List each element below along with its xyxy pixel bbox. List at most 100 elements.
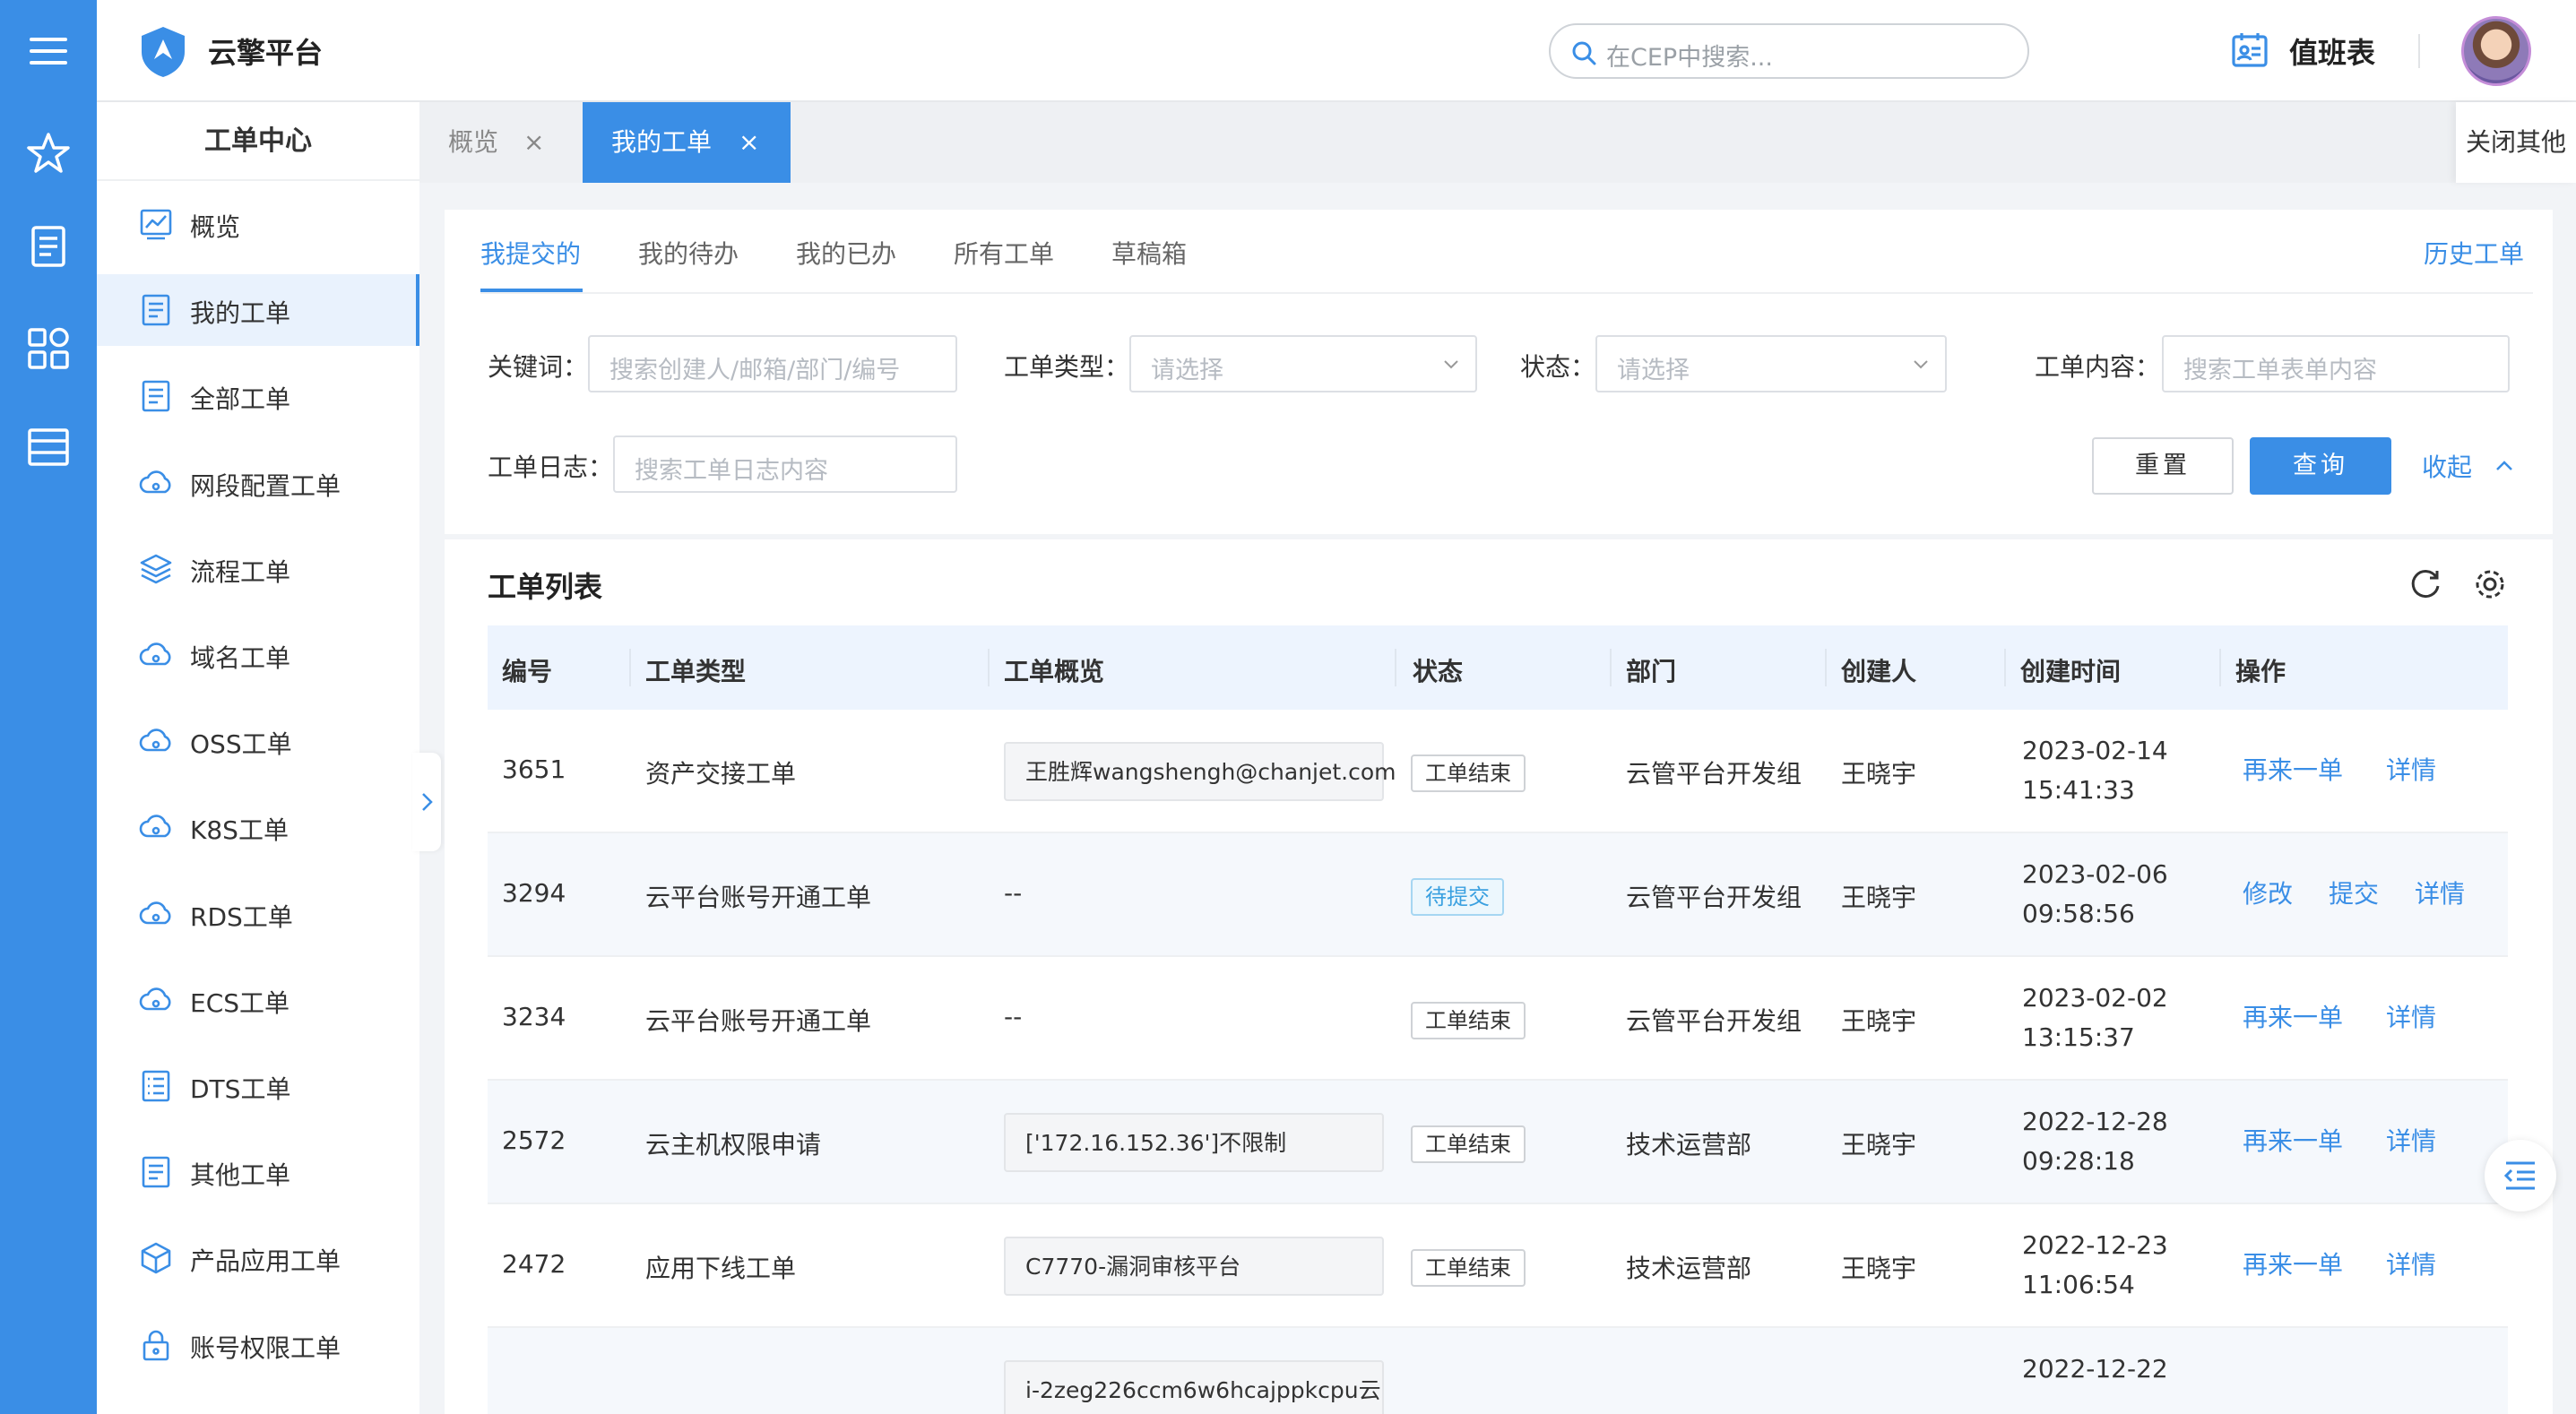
table-row[interactable]: 2572 云主机权限申请 ['172.16.152.36']不限制 工单结束 技术运营部… [488,1081,2508,1204]
col-actions: 操作 [2235,657,2286,686]
keyword-label: 关键词： [488,352,589,382]
sidebar-item[interactable]: RDS工单 [97,878,419,950]
table-row[interactable]: 3294 云平台账号开通工单 -- 待提交 云管平台开发组 王晓宇 2023-02-06 09… [488,833,2508,957]
subtab-done[interactable]: 我的已办 [796,235,896,271]
history-tickets-link[interactable]: 历史工单 [2424,235,2524,271]
status-select[interactable]: 请选择 [1595,335,1947,392]
sidebar-item[interactable]: DTS工单 [97,1050,419,1122]
tab-my-tickets[interactable]: 我的工单 × [583,102,791,183]
menu-icon[interactable] [24,27,73,75]
chevron-up-icon [2496,461,2512,470]
subtab-todo[interactable]: 我的待办 [638,235,739,271]
sidebar-item[interactable]: 账号权限工单 [97,1309,419,1381]
refresh-icon[interactable] [2407,566,2443,602]
query-button[interactable]: 查询 [2250,437,2391,495]
list-title: 工单列表 [488,570,603,604]
col-dept: 部门 [1626,657,1677,686]
tab-label: 我的工单 [611,127,713,157]
status-badge: 工单结束 [1411,754,1526,792]
content-input[interactable]: 搜索工单表单内容 [2162,335,2510,392]
cell-summary: -- [1004,878,1023,908]
settings-icon[interactable] [2472,566,2508,602]
row-action-link[interactable]: 修改 [2243,875,2293,910]
close-others-button[interactable]: 关闭其他 [2456,102,2576,183]
floating-menu-button[interactable] [2485,1140,2556,1211]
row-action-link[interactable]: 提交 [2329,875,2379,910]
tab-overview[interactable]: 概览 × [419,102,583,183]
created-clock: 09:58:56 [2022,899,2135,928]
avatar[interactable] [2461,16,2531,86]
search-icon [1572,41,1596,65]
row-action-link[interactable]: 详情 [2386,1122,2436,1158]
cloud-icon [139,729,171,752]
table-icon[interactable] [24,423,73,471]
log-input[interactable]: 搜索工单日志内容 [613,435,957,493]
created-date: 2022-12-22 [2022,1354,2168,1384]
document-icon[interactable] [24,222,73,271]
divider [480,292,2533,294]
subtab-drafts[interactable]: 草稿箱 [1111,235,1187,271]
status-label: 状态： [1520,352,1596,382]
calendar-icon[interactable] [2230,30,2269,70]
col-creator: 创建人 [1841,657,1917,686]
cell-summary: C7770-漏洞审核平台 [1025,1254,1241,1280]
duty-schedule-link[interactable]: 值班表 [2289,30,2375,72]
sidebar-item[interactable]: ECS工单 [97,964,419,1036]
document-icon [142,294,170,326]
column-divider [988,649,990,686]
created-date: 2023-02-02 [2022,983,2168,1013]
log-placeholder: 搜索工单日志内容 [635,457,828,485]
sidebar-collapse-handle[interactable] [412,753,441,851]
cell-id: 3294 [502,878,566,908]
sidebar-item[interactable]: 网段配置工单 [97,447,419,519]
type-select[interactable]: 请选择 [1129,335,1477,392]
sidebar-item[interactable]: 域名工单 [97,619,419,691]
collapse-filters-button[interactable]: 收起 [2422,448,2512,484]
status-badge: 工单结束 [1411,1002,1526,1039]
row-action-link[interactable]: 再来一单 [2243,1122,2343,1158]
row-action-link[interactable]: 再来一单 [2243,998,2343,1034]
subtab-submitted[interactable]: 我提交的 [480,235,581,271]
sidebar-item[interactable]: 概览 [97,188,419,260]
col-type: 工单类型 [645,657,747,686]
sidebar-item[interactable]: 流程工单 [97,533,419,605]
search-placeholder: 在CEP中搜索... [1606,44,1773,72]
content-placeholder: 搜索工单表单内容 [2183,357,2377,384]
row-action-link[interactable]: 详情 [2386,751,2436,787]
table-row[interactable]: i-2zeg226ccm6w6hcajppkcpu云 2022-12-22 [488,1328,2508,1414]
sidebar-item[interactable]: 全部工单 [97,360,419,432]
cell-summary-box: ['172.16.152.36']不限制 [1004,1113,1384,1172]
row-action-link[interactable]: 详情 [2386,998,2436,1034]
lock-icon [143,1330,169,1360]
sidebar-item[interactable]: 我的工单 [97,274,419,347]
close-icon[interactable]: × [523,102,544,183]
subtab-all[interactable]: 所有工单 [954,235,1054,271]
cloud-icon [139,815,171,838]
cell-created-time: 2022-12-22 [2022,1349,2168,1389]
content-label: 工单内容： [2035,352,2161,382]
close-icon[interactable]: × [739,102,759,183]
row-action-link[interactable]: 再来一单 [2243,751,2343,787]
sidebar-item[interactable]: 产品应用工单 [97,1222,419,1294]
column-divider [629,649,631,686]
cell-dept: 云管平台开发组 [1626,1006,1802,1036]
row-action-link[interactable]: 详情 [2386,1246,2436,1281]
sidebar-item[interactable]: OSS工单 [97,705,419,777]
table-row[interactable]: 3651 资产交接工单 王胜辉wangshengh@chanjet.com 工单结束 云… [488,710,2508,833]
keyword-placeholder: 搜索创建人/邮箱/部门/编号 [609,357,901,384]
sidebar-item[interactable]: 其他工单 [97,1136,419,1208]
table-row[interactable]: 2472 应用下线工单 C7770-漏洞审核平台 工单结束 技术运营部 王晓宇 2022-1… [488,1204,2508,1328]
keyword-input[interactable]: 搜索创建人/邮箱/部门/编号 [588,335,957,392]
sidebar-title: 工单中心 [97,102,419,181]
row-action-link[interactable]: 详情 [2415,875,2465,910]
table-row[interactable]: 3234 云平台账号开通工单 -- 工单结束 云管平台开发组 王晓宇 2023-02-02 1… [488,957,2508,1081]
star-icon[interactable] [24,129,73,177]
sidebar-item[interactable]: K8S工单 [97,791,419,863]
brand-name: 云擎平台 [208,36,324,70]
reset-button[interactable]: 重置 [2092,437,2234,495]
created-clock: 15:41:33 [2022,775,2135,805]
row-action-link[interactable]: 再来一单 [2243,1246,2343,1281]
apps-icon[interactable] [24,324,73,373]
search-input[interactable]: 在CEP中搜索... [1549,23,2029,79]
cell-id: 3651 [502,754,566,784]
